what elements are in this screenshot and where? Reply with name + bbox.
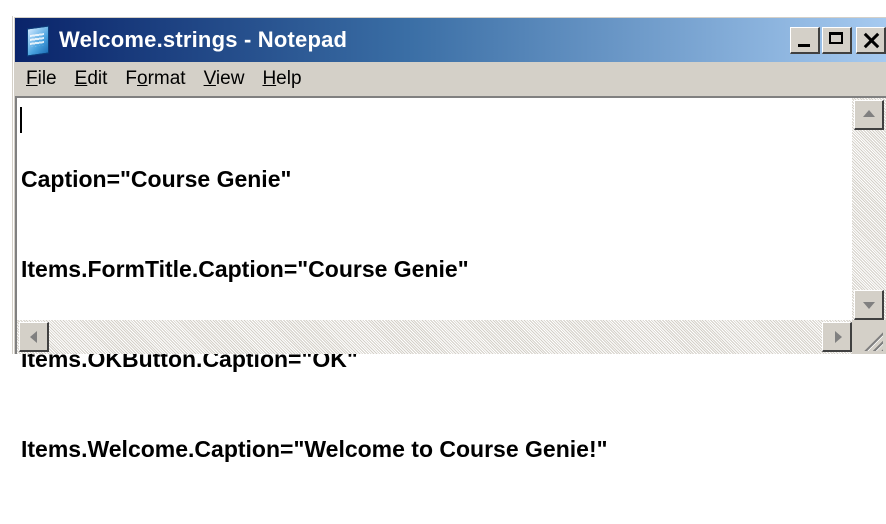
menu-edit[interactable]: Edit <box>66 68 117 90</box>
close-button[interactable] <box>856 27 886 54</box>
menu-view[interactable]: View <box>195 68 254 90</box>
title-bar[interactable]: Welcome.strings - Notepad <box>15 18 886 62</box>
arrow-down-icon <box>863 302 875 309</box>
scroll-right-button[interactable] <box>822 322 852 352</box>
size-grip[interactable] <box>852 320 886 354</box>
caption-buttons <box>790 27 886 54</box>
vertical-scrollbar[interactable] <box>852 98 886 320</box>
notepad-window: Welcome.strings - Notepad File Edit Form… <box>12 16 886 462</box>
menu-file[interactable]: File <box>17 68 66 90</box>
scroll-left-button[interactable] <box>19 322 49 352</box>
text-editor[interactable]: Caption="Course Genie" Items.FormTitle.C… <box>15 96 886 462</box>
window-title: Welcome.strings - Notepad <box>59 27 348 52</box>
menu-help[interactable]: Help <box>253 68 310 90</box>
horizontal-scrollbar[interactable] <box>17 320 852 354</box>
minimize-button[interactable] <box>790 27 820 54</box>
editor-line: Caption="Course Genie" <box>21 166 292 192</box>
menu-bar: File Edit Format View Help <box>17 64 886 94</box>
scroll-down-button[interactable] <box>854 290 884 320</box>
arrow-right-icon <box>835 331 842 343</box>
maximize-button[interactable] <box>822 27 852 54</box>
scroll-up-button[interactable] <box>854 100 884 130</box>
arrow-up-icon <box>863 110 875 117</box>
editor-line: Items.Welcome.Caption="Welcome to Course… <box>21 436 608 462</box>
editor-line: Items.FormTitle.Caption="Course Genie" <box>21 256 469 282</box>
editor-text[interactable]: Caption="Course Genie" Items.FormTitle.C… <box>21 104 846 524</box>
menu-format[interactable]: Format <box>116 68 194 90</box>
notepad-icon[interactable] <box>21 25 51 57</box>
arrow-left-icon <box>30 331 37 343</box>
